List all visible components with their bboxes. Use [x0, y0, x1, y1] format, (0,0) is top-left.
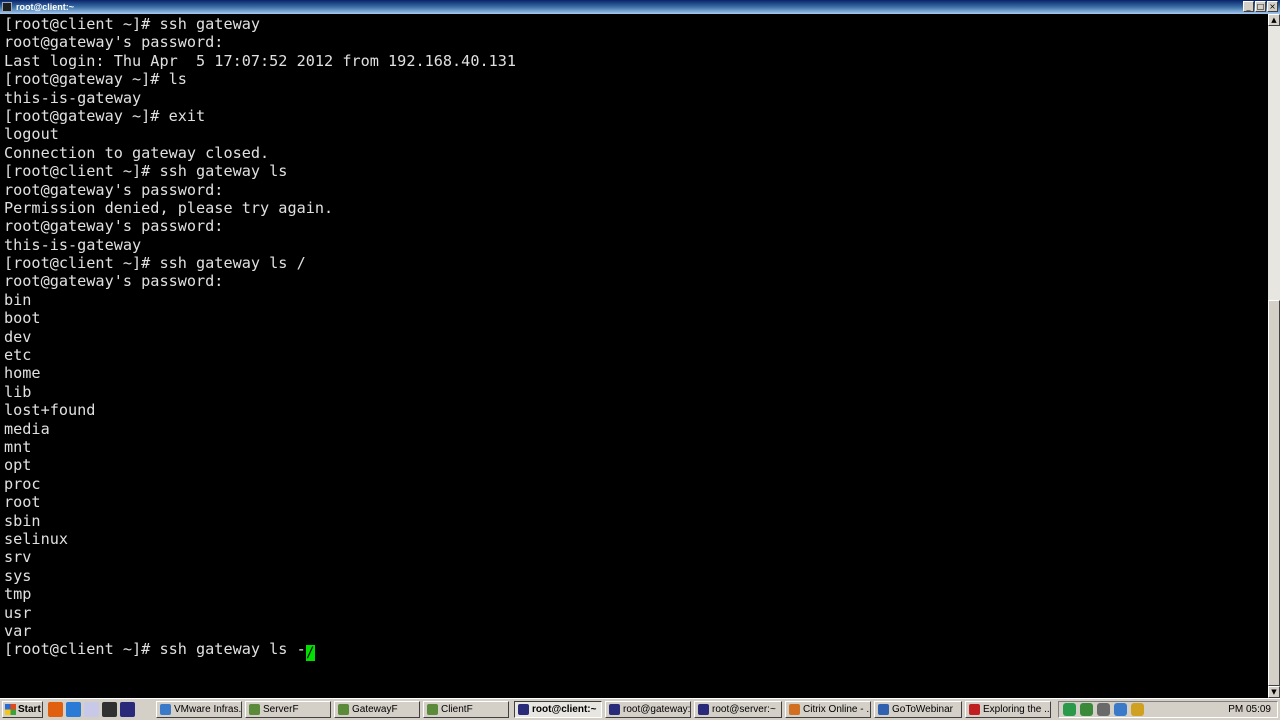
terminal-line: this-is-gateway	[4, 88, 142, 107]
taskbar-button[interactable]: Exploring the ...	[965, 701, 1051, 718]
window-controls: _ □ ×	[1243, 1, 1278, 12]
start-button[interactable]: Start	[2, 701, 43, 718]
terminal-line: lib	[4, 382, 32, 401]
taskbar-button[interactable]: GatewayF	[334, 701, 420, 718]
putty-icon	[518, 704, 529, 715]
terminal-line: boot	[4, 309, 41, 328]
clock[interactable]: PM 05:09	[1228, 702, 1271, 717]
taskbar-button[interactable]: root@client:~	[514, 701, 602, 718]
security-icon[interactable]	[1080, 703, 1093, 716]
terminal-line: [root@client ~]# ssh gateway	[4, 15, 261, 33]
terminal-line: bin	[4, 290, 32, 309]
taskbar-button-label: GatewayF	[352, 704, 398, 715]
putty-icon	[698, 704, 709, 715]
start-label: Start	[18, 704, 41, 715]
terminal-line: root	[4, 493, 41, 512]
scroll-down-button[interactable]: ▼	[1268, 686, 1280, 698]
minimize-button[interactable]: _	[1243, 1, 1254, 12]
taskbar-button-label: root@server:~	[712, 704, 776, 715]
terminal-window: root@client:~ _ □ × [root@client ~]# ssh…	[0, 0, 1280, 698]
system-tray: PM 05:09	[1058, 701, 1278, 718]
putty-icon	[2, 2, 12, 12]
window-title: root@client:~	[16, 2, 75, 12]
update-icon[interactable]	[1131, 703, 1144, 716]
terminal-line: etc	[4, 346, 32, 365]
taskbar-button[interactable]: GoToWebinar	[874, 701, 962, 718]
text-cursor: /	[305, 645, 315, 662]
cmd-icon[interactable]	[102, 702, 117, 717]
taskbar-button[interactable]: ClientF	[423, 701, 509, 718]
terminal-line: sys	[4, 566, 32, 585]
vmware-tray-icon[interactable]	[1114, 703, 1127, 716]
terminal-line: selinux	[4, 529, 69, 548]
taskbar-button-label: root@client:~	[532, 704, 597, 715]
maximize-button[interactable]: □	[1255, 1, 1266, 12]
ie-icon[interactable]	[66, 702, 81, 717]
taskbar-button-label: VMware Infras...	[174, 704, 242, 715]
vmware-icon	[160, 704, 171, 715]
scroll-up-button[interactable]: ▲	[1268, 14, 1280, 26]
terminal-line: logout	[4, 125, 59, 144]
gotowebinar-icon	[878, 704, 889, 715]
terminal-line: mnt	[4, 437, 32, 456]
vm-icon	[249, 704, 260, 715]
taskbar-button[interactable]: root@gateway:~	[605, 701, 691, 718]
quick-launch-bar	[48, 702, 135, 717]
terminal-line: this-is-gateway	[4, 235, 142, 254]
firefox-icon[interactable]	[48, 702, 63, 717]
windows-logo-icon	[5, 704, 16, 715]
terminal-prompt-line: [root@client ~]# ssh gateway ls -/	[4, 640, 516, 662]
terminal-line: [root@gateway ~]# exit	[4, 106, 206, 125]
taskbar-button-label: ServerF	[263, 704, 299, 715]
terminal-line: sbin	[4, 511, 41, 530]
close-button[interactable]: ×	[1267, 1, 1278, 12]
terminal-lines: [root@client ~]# ssh gateway root@gateway…	[4, 15, 517, 662]
taskbar-button[interactable]: Citrix Online - ...	[785, 701, 871, 718]
terminal-line: Permission denied, please try again.	[4, 198, 334, 217]
terminal-line: home	[4, 364, 41, 383]
terminal-line: root@gateway's password:	[4, 180, 224, 199]
terminal-line: root@gateway's password:	[4, 33, 224, 52]
scroll-thumb[interactable]	[1268, 300, 1280, 686]
terminal-line: [root@gateway ~]# ls	[4, 70, 187, 89]
vm-icon	[427, 704, 438, 715]
terminal-line: Last login: Thu Apr 5 17:07:52 2012 from…	[4, 51, 517, 70]
taskbar-button-label: Citrix Online - ...	[803, 704, 871, 715]
terminal-line: [root@client ~]# ssh gateway ls	[4, 162, 288, 181]
terminal-line: media	[4, 419, 50, 438]
taskbar: Start VMware Infras... ServerF GatewayF Cli…	[0, 698, 1280, 720]
window-titlebar[interactable]: root@client:~ _ □ ×	[0, 0, 1280, 14]
vm-icon	[338, 704, 349, 715]
terminal-line: proc	[4, 474, 41, 493]
terminal-output[interactable]: [root@client ~]# ssh gateway root@gateway…	[0, 14, 1268, 698]
terminal-line: usr	[4, 603, 32, 622]
terminal-line: opt	[4, 456, 32, 475]
taskbar-button[interactable]: VMware Infras...	[156, 701, 242, 718]
terminal-line: srv	[4, 548, 32, 567]
putty-icon	[609, 704, 620, 715]
taskbar-button[interactable]: root@server:~	[694, 701, 782, 718]
terminal-line: Connection to gateway closed.	[4, 143, 270, 162]
prompt-text: [root@client ~]# ssh gateway ls -	[4, 640, 306, 659]
pdf-icon	[969, 704, 980, 715]
terminal-line: dev	[4, 327, 32, 346]
terminal-line: root@gateway's password:	[4, 217, 224, 236]
terminal-line: [root@client ~]# ssh gateway ls /	[4, 254, 306, 273]
taskbar-button-label: GoToWebinar	[892, 704, 953, 715]
taskbar-button-label: ClientF	[441, 704, 473, 715]
putty-icon[interactable]	[120, 702, 135, 717]
citrix-icon	[789, 704, 800, 715]
taskbar-button-label: root@gateway:~	[623, 704, 691, 715]
network-icon[interactable]	[1063, 703, 1076, 716]
tray-icons	[1063, 703, 1144, 716]
volume-icon[interactable]	[1097, 703, 1110, 716]
terminal-line: var	[4, 621, 32, 640]
taskbar-button[interactable]: ServerF	[245, 701, 331, 718]
terminal-line: tmp	[4, 585, 32, 604]
show-desktop-icon[interactable]	[84, 702, 99, 717]
terminal-line: root@gateway's password:	[4, 272, 224, 291]
vertical-scrollbar[interactable]: ▲ ▼	[1268, 14, 1280, 698]
terminal-line: lost+found	[4, 401, 96, 420]
taskbar-button-label: Exploring the ...	[983, 704, 1051, 715]
